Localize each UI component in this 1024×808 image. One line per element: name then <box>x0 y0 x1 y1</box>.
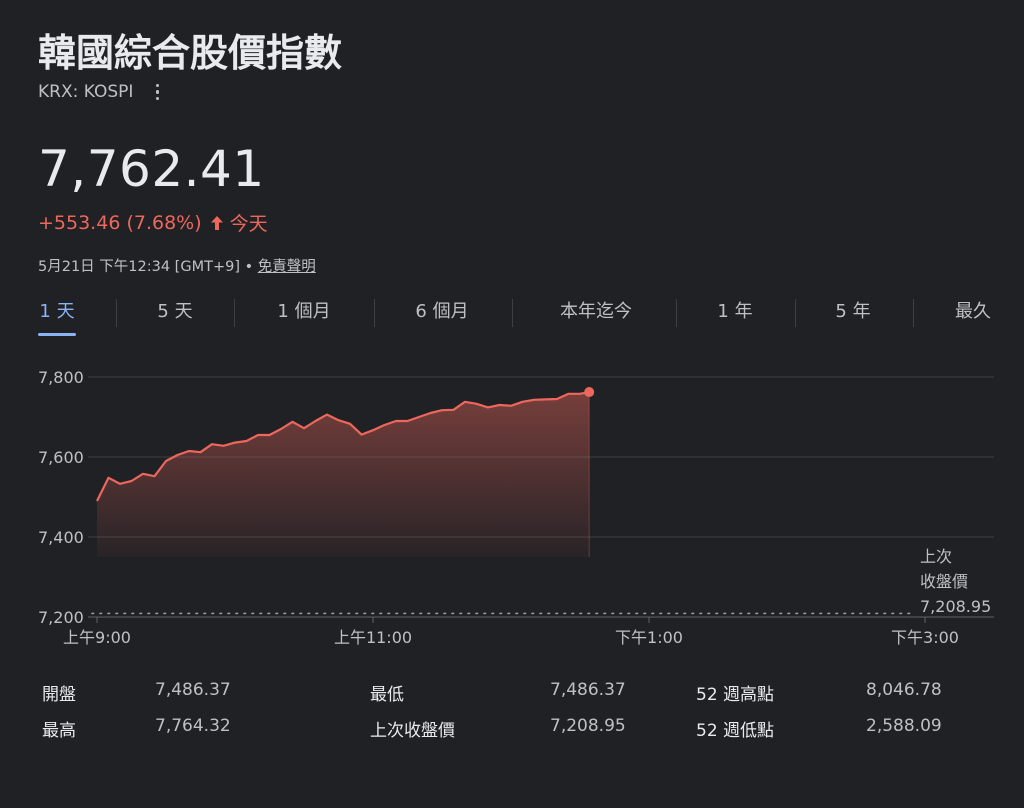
previous-close-label: 收盤價 <box>920 572 968 591</box>
x-tick-label: 上午11:00 <box>334 628 412 647</box>
previous-close-label: 7,208.95 <box>920 597 991 616</box>
stat-value: 8,046.78 <box>866 680 942 700</box>
series-area <box>97 392 590 557</box>
stat-label: 最低 <box>370 685 404 705</box>
stats-row: 開盤 7,486.37 最低 7,486.37 52 週高點 8,046.78 <box>42 680 962 716</box>
stat-value: 7,486.37 <box>550 680 626 700</box>
x-tick-label: 上午9:00 <box>63 628 131 647</box>
stat-value: 2,588.09 <box>866 716 942 736</box>
y-tick-label: 7,200 <box>38 608 84 627</box>
stat-label: 開盤 <box>42 685 76 705</box>
x-tick-label: 下午1:00 <box>615 628 683 647</box>
stats-table: 開盤 7,486.37 最低 7,486.37 52 週高點 8,046.78 最高 7,76… <box>42 680 962 752</box>
stat-value: 7,208.95 <box>550 716 626 736</box>
stat-label: 52 週低點 <box>696 721 775 741</box>
y-tick-label: 7,800 <box>38 368 84 387</box>
y-tick-label: 7,400 <box>38 528 84 547</box>
stat-value: 7,764.32 <box>155 716 231 736</box>
price-chart: 7,800 7,600 7,400 7,200 上次收盤價 7,208.95 上午9:00 上… <box>38 368 994 647</box>
x-tick-label: 下午3:00 <box>891 628 959 647</box>
stats-row: 最高 7,764.32 上次收盤價 7,208.95 52 週低點 2,588.09 <box>42 716 962 752</box>
stat-label: 最高 <box>42 721 76 741</box>
stat-label: 上次收盤價 <box>370 721 455 741</box>
stat-label: 52 週高點 <box>696 685 775 705</box>
stat-value: 7,486.37 <box>155 680 231 700</box>
current-point-marker <box>584 387 595 398</box>
y-tick-label: 7,600 <box>38 448 84 467</box>
previous-close-label: 上次 <box>920 547 952 566</box>
